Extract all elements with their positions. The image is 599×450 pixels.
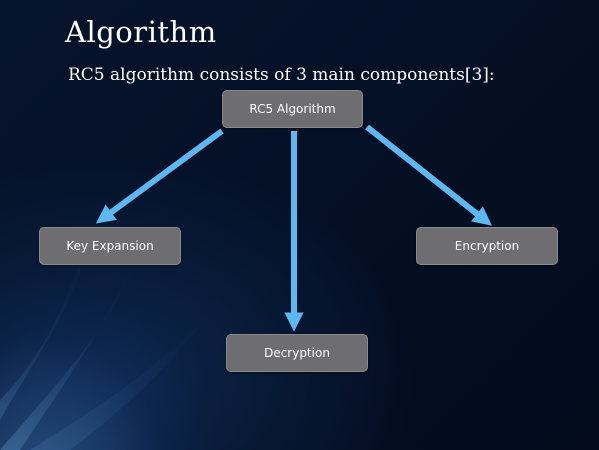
arrow-to-key-expansion [95,128,224,224]
node-key-expansion: Key Expansion [39,227,181,265]
slide: Algorithm RC5 algorithm consists of 3 ma… [0,0,599,450]
arrow-to-encryption [365,124,493,226]
node-decryption: Decryption [226,334,368,372]
connector-arrows [95,124,493,332]
node-encryption: Encryption [416,227,558,265]
node-rc5-algorithm: RC5 Algorithm [222,90,363,128]
